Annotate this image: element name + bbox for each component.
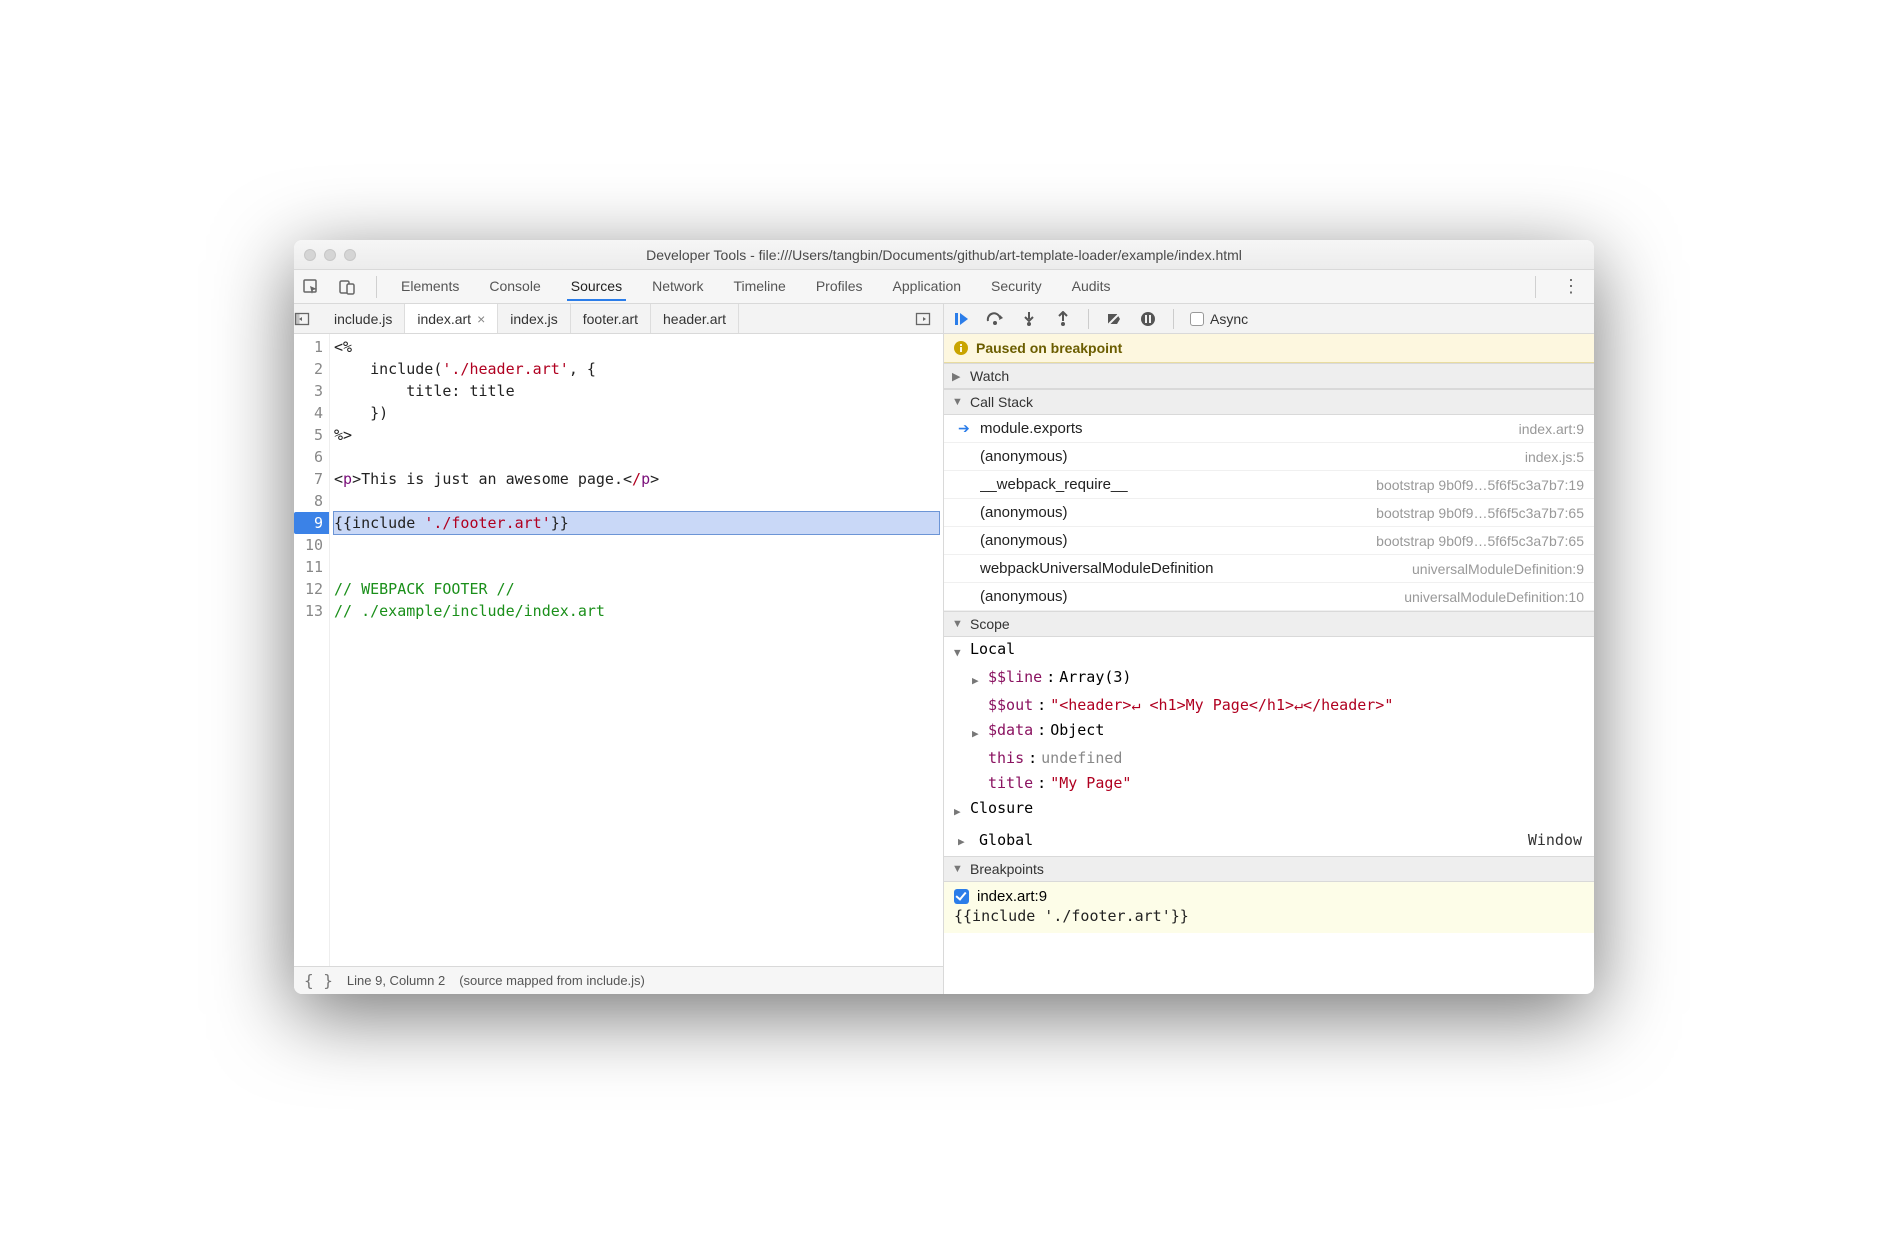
status-bar: { } Line 9, Column 2 (source mapped from… (294, 966, 943, 994)
frame-function: webpackUniversalModuleDefinition (980, 560, 1404, 577)
callstack-section-header[interactable]: ▼ Call Stack (944, 389, 1594, 415)
zoom-window-icon[interactable] (344, 249, 356, 261)
panel-tab-application[interactable]: Application (889, 272, 966, 301)
async-checkbox[interactable]: Async (1190, 311, 1248, 327)
callstack-list: ➔module.exportsindex.art:9(anonymous)ind… (944, 415, 1594, 611)
panel-tabs-bar: Elements Console Sources Network Timeline Pro… (294, 270, 1594, 304)
watch-section-header[interactable]: ▶ Watch (944, 363, 1594, 389)
frame-location: universalModuleDefinition:9 (1412, 561, 1584, 577)
panel-tab-timeline[interactable]: Timeline (729, 272, 789, 301)
file-tab[interactable]: index.art× (405, 304, 498, 333)
panel-tab-audits[interactable]: Audits (1068, 272, 1115, 301)
inspect-icon[interactable] (302, 278, 320, 296)
frame-location: universalModuleDefinition:10 (1404, 589, 1584, 605)
file-tab[interactable]: header.art (651, 304, 739, 333)
more-icon[interactable]: ⋮ (1556, 276, 1586, 297)
callstack-frame[interactable]: (anonymous) universalModuleDefinition:10 (944, 583, 1594, 611)
frame-location: index.art:9 (1519, 421, 1584, 437)
pause-exceptions-icon[interactable] (1139, 310, 1157, 328)
scope-variable[interactable]: title: "My Page" (944, 771, 1594, 796)
title-bar: Developer Tools - file:///Users/tangbin/… (294, 240, 1594, 270)
frame-function: (anonymous) (980, 588, 1396, 605)
file-tab[interactable]: include.js (322, 304, 405, 333)
triangle-icon: ▼ (952, 396, 964, 408)
panel-tab-network[interactable]: Network (648, 272, 707, 301)
scope-variable[interactable]: $$out: "<header>↵ <h1>My Page</h1>↵</hea… (944, 693, 1594, 718)
code-content[interactable]: <% include('./header.art', { title: titl… (330, 334, 943, 966)
callstack-frame[interactable]: __webpack_require__ bootstrap 9b0f9…5f6f5… (944, 471, 1594, 499)
callstack-frame[interactable]: (anonymous) index.js:5 (944, 443, 1594, 471)
panel-tab-elements[interactable]: Elements (397, 272, 463, 301)
panel-tab-console[interactable]: Console (485, 272, 544, 301)
navigator-toggle-icon[interactable] (294, 311, 322, 327)
callstack-frame[interactable]: (anonymous) bootstrap 9b0f9…5f6f5c3a7b7:6… (944, 499, 1594, 527)
close-window-icon[interactable] (304, 249, 316, 261)
step-out-icon[interactable] (1054, 310, 1072, 328)
deactivate-breakpoints-icon[interactable] (1105, 310, 1123, 328)
paused-banner: Paused on breakpoint (944, 334, 1594, 363)
step-over-icon[interactable] (986, 310, 1004, 328)
line-gutter[interactable]: 12345678910111213 (294, 334, 330, 966)
close-tab-icon[interactable]: × (477, 311, 485, 327)
frame-function: module.exports (980, 420, 1511, 437)
frame-function: __webpack_require__ (980, 476, 1368, 493)
pretty-print-icon[interactable]: { } (304, 971, 333, 990)
more-tabs-icon[interactable] (915, 311, 943, 327)
scope-local[interactable]: ▼Local (944, 637, 1594, 665)
file-tab[interactable]: footer.art (571, 304, 651, 333)
window-title: Developer Tools - file:///Users/tangbin/… (304, 247, 1584, 263)
devtools-window: Developer Tools - file:///Users/tangbin/… (294, 240, 1594, 994)
frame-function: (anonymous) (980, 532, 1368, 549)
triangle-icon: ▼ (952, 618, 964, 630)
file-tab[interactable]: index.js (498, 304, 570, 333)
callstack-frame[interactable]: webpackUniversalModuleDefinition universa… (944, 555, 1594, 583)
frame-function: (anonymous) (980, 504, 1368, 521)
current-frame-icon: ➔ (958, 420, 972, 437)
scope-section-header[interactable]: ▼ Scope (944, 611, 1594, 637)
callstack-frame[interactable]: (anonymous) bootstrap 9b0f9…5f6f5c3a7b7:6… (944, 527, 1594, 555)
frame-location: index.js:5 (1525, 449, 1584, 465)
debugger-toolbar: Async (944, 304, 1594, 334)
minimize-window-icon[interactable] (324, 249, 336, 261)
source-pane: include.jsindex.art×index.jsfooter.arthe… (294, 304, 944, 994)
scope-global[interactable]: ▶ Global Window (944, 824, 1594, 856)
breakpoints-section-header[interactable]: ▼ Breakpoints (944, 856, 1594, 882)
frame-location: bootstrap 9b0f9…5f6f5c3a7b7:19 (1376, 477, 1584, 493)
frame-location: bootstrap 9b0f9…5f6f5c3a7b7:65 (1376, 533, 1584, 549)
triangle-icon: ▼ (952, 863, 964, 875)
breakpoint-item[interactable]: index.art:9 (954, 888, 1584, 905)
panel-tab-security[interactable]: Security (987, 272, 1046, 301)
file-tabs-bar: include.jsindex.art×index.jsfooter.arthe… (294, 304, 943, 334)
resume-icon[interactable] (952, 310, 970, 328)
paused-message: Paused on breakpoint (976, 340, 1122, 356)
callstack-frame[interactable]: ➔ module.exports index.art:9 (944, 415, 1594, 443)
breakpoint-label: index.art:9 (977, 888, 1047, 905)
window-controls (304, 249, 356, 261)
code-editor[interactable]: 12345678910111213 <% include('./header.a… (294, 334, 943, 966)
debugger-pane: Async Paused on breakpoint ▶ Watch ▼ Cal… (944, 304, 1594, 994)
checkbox-icon[interactable] (954, 889, 969, 904)
cursor-position: Line 9, Column 2 (347, 973, 445, 988)
triangle-icon: ▶ (952, 370, 964, 383)
scope-variable[interactable]: ▶$$line: Array(3) (944, 665, 1594, 693)
breakpoints-list: index.art:9 {{include './footer.art'}} (944, 882, 1594, 933)
device-toggle-icon[interactable] (338, 278, 356, 296)
panel-tab-profiles[interactable]: Profiles (812, 272, 867, 301)
panel-tab-sources[interactable]: Sources (567, 272, 626, 301)
frame-location: bootstrap 9b0f9…5f6f5c3a7b7:65 (1376, 505, 1584, 521)
frame-function: (anonymous) (980, 448, 1517, 465)
step-into-icon[interactable] (1020, 310, 1038, 328)
scope-variable[interactable]: ▶$data: Object (944, 718, 1594, 746)
breakpoint-code: {{include './footer.art'}} (954, 907, 1584, 925)
scope-tree: ▼Local ▶$$line: Array(3)$$out: "<header>… (944, 637, 1594, 856)
info-icon (954, 341, 968, 355)
source-map-info: (source mapped from include.js) (459, 973, 645, 988)
scope-closure[interactable]: ▶Closure (944, 796, 1594, 824)
scope-variable[interactable]: this: undefined (944, 746, 1594, 771)
